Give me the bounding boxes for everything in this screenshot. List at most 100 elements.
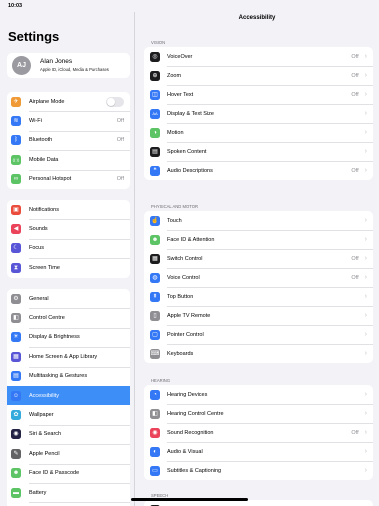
setting-label: Zoom bbox=[167, 72, 182, 79]
sidebar-item-label: General bbox=[29, 295, 49, 302]
sidebar-item-label: Battery bbox=[29, 489, 47, 496]
gear-icon: ⚙ bbox=[11, 293, 21, 304]
bell-icon: ▣ bbox=[11, 204, 21, 215]
touch-icon: ☝ bbox=[150, 215, 160, 226]
sidebar-item-focus[interactable]: ☾ Focus bbox=[7, 238, 130, 258]
setting-face-id-and-attention[interactable]: ☻ Face ID & Attention › bbox=[144, 230, 373, 249]
chevron-right-icon: › bbox=[364, 274, 367, 281]
accessibility-pane[interactable]: Accessibility VISION ◎ VoiceOver Off › ⊕ Zoom O… bbox=[135, 12, 379, 506]
sidebar-item-bluetooth[interactable]: ᛒ Bluetooth Off bbox=[7, 130, 130, 150]
chevron-right-icon: › bbox=[364, 129, 367, 136]
setting-keyboards[interactable]: ⌨ Keyboards › bbox=[144, 344, 373, 363]
section-header-vision: VISION bbox=[151, 40, 166, 45]
airplane-mode-toggle[interactable] bbox=[106, 96, 124, 107]
sun-icon: ☀ bbox=[11, 332, 21, 343]
sidebar-item-label: Face ID & Passcode bbox=[29, 470, 80, 477]
chevron-right-icon: › bbox=[364, 91, 367, 98]
setting-hearing-devices[interactable]: ◔ Hearing Devices › bbox=[144, 385, 373, 404]
setting-display-and-text-size[interactable]: AA Display & Text Size › bbox=[144, 104, 373, 123]
sidebar-item-wi-fi[interactable]: ≋ Wi-Fi Off bbox=[7, 111, 130, 130]
keyboard-icon: ⌨ bbox=[150, 348, 160, 359]
setting-pointer-control[interactable]: ▢ Pointer Control › bbox=[144, 325, 373, 344]
sidebar-item-screen-time[interactable]: ⧗ Screen Time bbox=[7, 258, 130, 277]
subtitles-icon: ▭ bbox=[150, 465, 160, 476]
audio-visual-icon: ◐ bbox=[150, 446, 160, 457]
setting-label: Switch Control bbox=[167, 255, 203, 262]
moon-icon: ☾ bbox=[11, 243, 21, 254]
setting-hearing-control-centre[interactable]: ◧ Hearing Control Centre › bbox=[144, 404, 373, 423]
sidebar-item-personal-hotspot[interactable]: ∞ Personal Hotspot Off bbox=[7, 169, 130, 189]
section-header-hearing: HEARING bbox=[151, 378, 171, 383]
motion-icon: ◑ bbox=[150, 127, 160, 138]
sound-recognition-icon: ◉ bbox=[150, 427, 160, 438]
battery-icon: ▬ bbox=[11, 487, 21, 498]
sidebar-item-siri-and-search[interactable]: ◉ Siri & Search bbox=[7, 424, 130, 444]
sidebar-item-label: Control Centre bbox=[29, 315, 65, 322]
setting-subtitles-and-captioning[interactable]: ▭ Subtitles & Captioning › bbox=[144, 461, 373, 480]
sidebar-item-control-centre[interactable]: ◧ Control Centre bbox=[7, 308, 130, 327]
audio-description-icon: ❝ bbox=[150, 165, 160, 176]
setting-voice-control[interactable]: ◍ Voice Control Off › bbox=[144, 268, 373, 287]
text-size-icon: AA bbox=[150, 108, 160, 119]
setting-label: Audio & Visual bbox=[167, 448, 203, 455]
status-value: Off bbox=[351, 274, 359, 281]
setting-label: Pointer Control bbox=[167, 331, 204, 338]
sidebar-item-display-and-brightness[interactable]: ☀ Display & Brightness bbox=[7, 327, 130, 347]
setting-switch-control[interactable]: ▦ Switch Control Off › bbox=[144, 249, 373, 268]
sidebar-item-battery[interactable]: ▬ Battery bbox=[7, 482, 130, 502]
status-value: Off bbox=[351, 167, 359, 174]
sidebar-item-airplane-mode[interactable]: ✈ Airplane Mode bbox=[7, 92, 130, 111]
setting-sound-recognition[interactable]: ◉ Sound Recognition Off › bbox=[144, 423, 373, 442]
chevron-right-icon: › bbox=[364, 391, 367, 398]
sidebar-item-home-screen-and-app-library[interactable]: ▦ Home Screen & App Library bbox=[7, 347, 130, 366]
settings-sidebar[interactable]: Settings AJ Alan Jones Apple ID, iCloud,… bbox=[0, 12, 135, 506]
sidebar-item-apple-pencil[interactable]: ✎ Apple Pencil bbox=[7, 444, 130, 463]
sidebar-item-wallpaper[interactable]: ✿ Wallpaper bbox=[7, 405, 130, 424]
sidebar-item-label: Screen Time bbox=[29, 264, 60, 271]
sidebar-item-privacy-and-security[interactable]: ✋Privacy & Security bbox=[7, 502, 130, 506]
setting-top-button[interactable]: ⇞ Top Button › bbox=[144, 287, 373, 306]
pointer-icon: ▢ bbox=[150, 329, 160, 340]
sidebar-item-accessibility[interactable]: ☺ Accessibility bbox=[7, 385, 130, 406]
sidebar-item-multitasking-and-gestures[interactable]: ▤ Multitasking & Gestures bbox=[7, 366, 130, 386]
home-indicator[interactable] bbox=[131, 498, 248, 501]
airplane-icon: ✈ bbox=[11, 96, 21, 107]
sidebar-item-label: Sounds bbox=[29, 226, 48, 233]
setting-zoom[interactable]: ⊕ Zoom Off › bbox=[144, 66, 373, 85]
chevron-right-icon: › bbox=[364, 331, 367, 338]
sidebar-item-mobile-data[interactable]: ((·)) Mobile Data bbox=[7, 150, 130, 169]
chevron-right-icon: › bbox=[364, 448, 367, 455]
setting-audio-and-visual[interactable]: ◐ Audio & Visual › bbox=[144, 442, 373, 461]
setting-hover-text[interactable]: ◫ Hover Text Off › bbox=[144, 85, 373, 104]
sidebar-group-notifications: ▣ Notifications ◀ Sounds ☾ Focus ⧗ Screen Time bbox=[7, 200, 130, 278]
setting-spoken-content[interactable]: ▤ Spoken Content › bbox=[144, 142, 373, 161]
setting-label: Motion bbox=[167, 129, 184, 136]
sidebar-item-label: Display & Brightness bbox=[29, 334, 80, 341]
setting-label: Sound Recognition bbox=[167, 429, 214, 436]
sidebar-item-label: Home Screen & App Library bbox=[29, 353, 98, 360]
multitask-icon: ▤ bbox=[11, 371, 21, 382]
setting-voiceover[interactable]: ◎ VoiceOver Off › bbox=[144, 47, 373, 66]
sidebar-item-face-id-and-passcode[interactable]: ☻ Face ID & Passcode bbox=[7, 463, 130, 483]
sidebar-item-notifications[interactable]: ▣ Notifications bbox=[7, 200, 130, 219]
flower-icon: ✿ bbox=[11, 410, 21, 421]
status-value: Off bbox=[116, 137, 124, 144]
setting-apple-tv-remote[interactable]: ▯ Apple TV Remote › bbox=[144, 306, 373, 325]
faceid-icon: ☻ bbox=[11, 468, 21, 479]
setting-label: Hover Text bbox=[167, 91, 194, 98]
chevron-right-icon: › bbox=[364, 167, 367, 174]
sidebar-item-general[interactable]: ⚙ General bbox=[7, 289, 130, 308]
setting-label: Voice Control bbox=[167, 274, 200, 281]
setting-audio-descriptions[interactable]: ❝ Audio Descriptions Off › bbox=[144, 161, 373, 180]
setting-label: Audio Descriptions bbox=[167, 167, 213, 174]
siri-icon: ◉ bbox=[11, 429, 21, 440]
status-value: Off bbox=[351, 91, 359, 98]
setting-motion[interactable]: ◑ Motion › bbox=[144, 123, 373, 142]
switch-control-icon: ▦ bbox=[150, 253, 160, 264]
hover-text-icon: ◫ bbox=[150, 89, 160, 100]
sidebar-item-sounds[interactable]: ◀ Sounds bbox=[7, 219, 130, 238]
apple-id-profile[interactable]: AJ Alan Jones Apple ID, iCloud, Media & … bbox=[7, 53, 130, 78]
setting-touch[interactable]: ☝ Touch › bbox=[144, 211, 373, 230]
avatar: AJ bbox=[12, 56, 31, 75]
grid-icon: ▦ bbox=[11, 351, 21, 362]
